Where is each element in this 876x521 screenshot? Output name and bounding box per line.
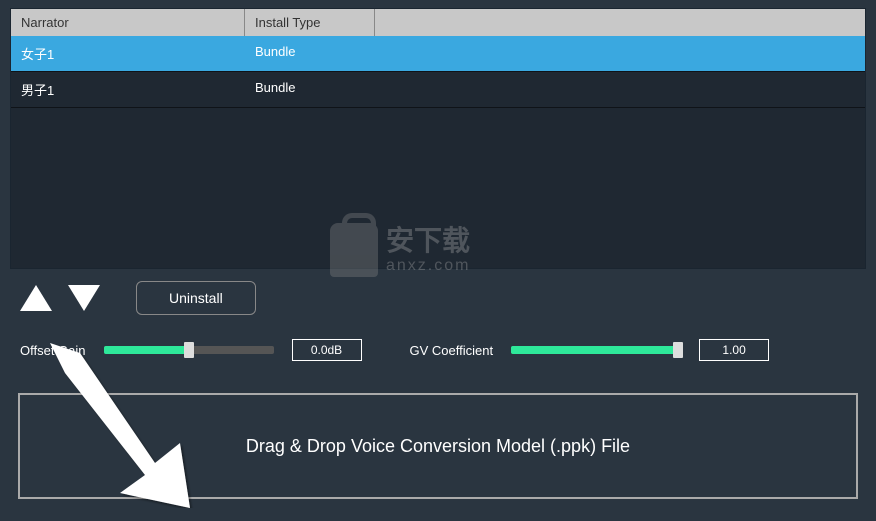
table-header: Narrator Install Type xyxy=(11,9,865,36)
narrator-table[interactable]: Narrator Install Type 女子1 Bundle 男子1 Bun… xyxy=(10,8,866,269)
offset-gain-value[interactable]: 0.0dB xyxy=(292,339,362,361)
offset-gain-slider[interactable] xyxy=(104,346,274,354)
move-up-button[interactable] xyxy=(20,285,52,311)
slider-fill xyxy=(511,346,678,354)
column-header-install-type[interactable]: Install Type xyxy=(245,9,375,36)
controls-row: Uninstall xyxy=(0,269,876,325)
slider-thumb[interactable] xyxy=(673,342,683,358)
table-row[interactable]: 男子1 Bundle xyxy=(11,72,865,108)
table-row[interactable]: 女子1 Bundle xyxy=(11,36,865,72)
gv-coefficient-value[interactable]: 1.00 xyxy=(699,339,769,361)
column-header-narrator[interactable]: Narrator xyxy=(11,9,245,36)
sliders-row: Offset Gain 0.0dB GV Coefficient 1.00 xyxy=(0,325,876,375)
cell-narrator: 女子1 xyxy=(11,36,245,71)
move-down-button[interactable] xyxy=(68,285,100,311)
offset-gain-label: Offset Gain xyxy=(20,343,86,358)
slider-thumb[interactable] xyxy=(184,342,194,358)
column-header-spacer xyxy=(375,9,865,36)
cell-narrator: 男子1 xyxy=(11,72,245,107)
slider-fill xyxy=(104,346,189,354)
drop-zone[interactable]: Drag & Drop Voice Conversion Model (.ppk… xyxy=(18,393,858,499)
gv-coefficient-slider[interactable] xyxy=(511,346,681,354)
drop-zone-text: Drag & Drop Voice Conversion Model (.ppk… xyxy=(246,436,630,457)
uninstall-button[interactable]: Uninstall xyxy=(136,281,256,315)
cell-type: Bundle xyxy=(245,36,375,71)
gv-coefficient-label: GV Coefficient xyxy=(410,343,494,358)
table-body: 女子1 Bundle 男子1 Bundle xyxy=(11,36,865,268)
cell-type: Bundle xyxy=(245,72,375,107)
